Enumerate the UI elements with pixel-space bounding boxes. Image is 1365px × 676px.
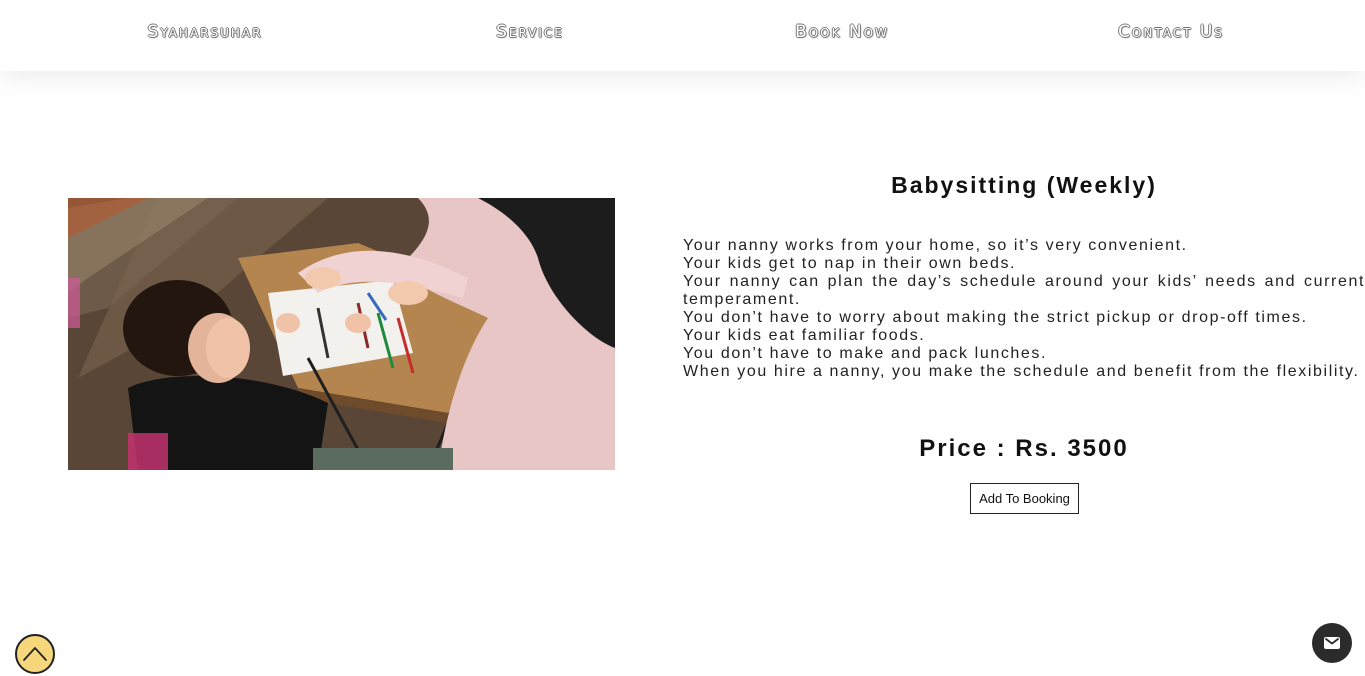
service-photo <box>68 198 615 470</box>
description-line: You don’t have to make and pack lunches. <box>683 345 1048 362</box>
mail-button[interactable] <box>1312 623 1352 663</box>
top-navbar: Syaharsuhar Service Book Now Contact Us <box>0 0 1365 71</box>
nav-brand-link[interactable]: Syaharsuhar <box>148 22 263 42</box>
description-line: When you hire a nanny, you make the sche… <box>683 363 1360 380</box>
description-line: You don’t have to worry about making the… <box>683 309 1308 326</box>
scroll-to-top-button[interactable] <box>15 634 55 674</box>
description-line: Your kids get to nap in their own beds. <box>683 255 1017 272</box>
service-price: Price : Rs. 3500 <box>919 435 1129 462</box>
mail-icon <box>1324 637 1340 649</box>
chevron-up-icon <box>23 647 47 661</box>
description-line: Your nanny works from your home, so it’s… <box>683 237 1188 254</box>
description-line: Your kids eat familiar foods. <box>683 327 926 344</box>
nav-contact-us-link[interactable]: Contact Us <box>1118 22 1224 42</box>
nav-service-link[interactable]: Service <box>496 22 564 42</box>
add-to-booking-button[interactable]: Add To Booking <box>970 483 1079 514</box>
nav-book-now-link[interactable]: Book Now <box>795 22 889 42</box>
description-line: Your nanny can plan the day’s schedule a… <box>683 273 1365 308</box>
service-description: Your nanny works from your home, so it’s… <box>683 237 1365 381</box>
service-title: Babysitting (Weekly) <box>891 172 1157 198</box>
